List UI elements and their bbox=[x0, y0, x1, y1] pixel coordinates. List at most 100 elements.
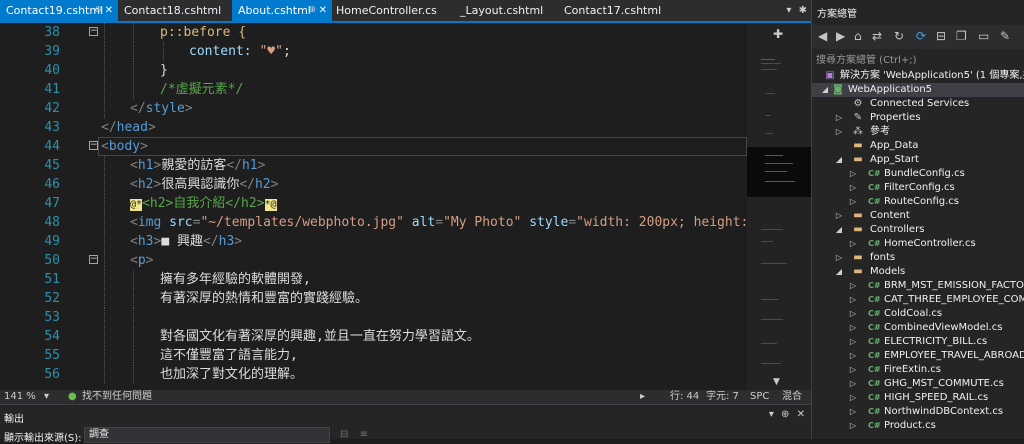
tree-node[interactable]: ◢ ▬ App_Start bbox=[812, 153, 1024, 167]
clear-icon[interactable]: ⊟ bbox=[340, 429, 348, 440]
expand-arrow-icon[interactable]: ▷ bbox=[848, 237, 858, 251]
tab-contact17[interactable]: Contact17.cshtml bbox=[558, 0, 668, 21]
indent-guide bbox=[133, 365, 134, 384]
tree-node[interactable]: ▷ C# ELECTRICITY_BILL.cs bbox=[812, 335, 1024, 349]
line-number: 45 bbox=[44, 158, 60, 173]
code-text: img bbox=[137, 215, 162, 230]
tree-node[interactable]: ▷ C# FilterConfig.cs bbox=[812, 181, 1024, 195]
code-text: > bbox=[140, 139, 148, 154]
preview-icon[interactable]: ▭ bbox=[978, 29, 989, 43]
tree-node[interactable]: ▷ ▬ fonts bbox=[812, 251, 1024, 265]
pin-icon[interactable]: ⊕ bbox=[308, 0, 316, 21]
tree-node[interactable]: ▷ C# ColdCoal.cs bbox=[812, 307, 1024, 321]
gear-icon[interactable]: ✱ bbox=[799, 5, 807, 16]
dropdown-icon[interactable]: ▾ bbox=[786, 5, 791, 16]
expand-arrow-icon[interactable]: ◢ bbox=[834, 153, 844, 167]
scroll-right-icon[interactable]: ▸ bbox=[640, 390, 645, 404]
expand-arrow-icon[interactable]: ▷ bbox=[848, 391, 858, 405]
tree-node[interactable]: ▷ C# HomeController.cs bbox=[812, 237, 1024, 251]
expand-arrow-icon[interactable]: ▷ bbox=[834, 111, 844, 125]
expand-arrow-icon[interactable]: ▷ bbox=[848, 335, 858, 349]
expand-arrow-icon[interactable]: ▷ bbox=[848, 279, 858, 293]
issues-status[interactable]: 找不到任何問題 bbox=[82, 390, 152, 404]
expand-arrow-icon[interactable]: ▷ bbox=[848, 363, 858, 377]
document-tab-bar: Contact19.cshtml ⊕ ✕ Contact18.cshtml Ab… bbox=[0, 0, 811, 23]
expand-arrow-icon[interactable]: ▷ bbox=[848, 321, 858, 335]
tree-node[interactable]: ◢ ▬ Models bbox=[812, 265, 1024, 279]
tree-node[interactable]: ▷ C# NorthwindDBContext.cs bbox=[812, 405, 1024, 419]
line-number: 53 bbox=[44, 310, 60, 325]
code-text: "width: 200px; height: auto bbox=[576, 215, 747, 230]
tree-node[interactable]: ▷ C# GHG_MST_COMMUTE.cs bbox=[812, 377, 1024, 391]
show-all-files-icon[interactable]: ❐ bbox=[956, 29, 967, 43]
close-icon[interactable]: ✕ bbox=[797, 409, 805, 420]
collapse-icon[interactable]: − bbox=[89, 255, 98, 264]
expand-arrow-icon[interactable]: ▷ bbox=[834, 251, 844, 265]
tab-contact18[interactable]: Contact18.cshtml bbox=[118, 0, 228, 21]
tree-node[interactable]: ▷ C# HIGH_SPEED_RAIL.cs bbox=[812, 391, 1024, 405]
close-icon[interactable]: ✕ bbox=[105, 0, 113, 21]
code-line-current: 44 − <body> bbox=[0, 137, 747, 156]
expand-arrow-icon[interactable]: ▷ bbox=[848, 349, 858, 363]
tab-layout[interactable]: _Layout.cshtml bbox=[454, 0, 554, 21]
tree-node[interactable]: ▷ C# CAT_THREE_EMPLOYEE_COMM bbox=[812, 293, 1024, 307]
tree-node[interactable]: ▷ ▬ Content bbox=[812, 209, 1024, 223]
csharp-file-icon: C# bbox=[868, 337, 881, 346]
output-source-select[interactable]: 調查 bbox=[84, 427, 330, 443]
expand-arrow-icon[interactable]: ▷ bbox=[848, 405, 858, 419]
collapse-icon[interactable]: − bbox=[89, 27, 98, 36]
back-icon[interactable]: ◀ bbox=[818, 29, 827, 43]
tree-node[interactable]: ▷ C# BRM_MST_EMISSION_FACTOR bbox=[812, 279, 1024, 293]
tree-node[interactable]: ▷ C# RouteConfig.cs bbox=[812, 195, 1024, 209]
tree-node[interactable]: ▷ C# FireExtin.cs bbox=[812, 363, 1024, 377]
tree-node[interactable]: ⚙ Connected Services bbox=[812, 97, 1024, 111]
sync-icon[interactable]: ↻ bbox=[894, 29, 904, 43]
tab-contact19[interactable]: Contact19.cshtml ⊕ ✕ bbox=[0, 0, 118, 21]
expand-arrow-icon[interactable]: ▷ bbox=[848, 293, 858, 307]
collapse-all-icon[interactable]: ⊟ bbox=[936, 29, 946, 43]
expand-arrow-icon[interactable]: ◢ bbox=[834, 265, 844, 279]
close-icon[interactable]: ✕ bbox=[319, 0, 327, 21]
split-view-icon[interactable]: ✚ bbox=[773, 27, 783, 41]
expand-arrow-icon[interactable]: ▷ bbox=[834, 209, 844, 223]
word-wrap-icon[interactable]: ≡ bbox=[360, 429, 368, 440]
minimap-line bbox=[761, 319, 783, 320]
forward-icon[interactable]: ▶ bbox=[836, 29, 845, 43]
home-icon[interactable]: ⌂ bbox=[854, 29, 862, 43]
expand-arrow-icon[interactable]: ◢ bbox=[834, 223, 844, 237]
tree-node[interactable]: ▷ ✎ Properties bbox=[812, 111, 1024, 125]
dropdown-icon[interactable]: ▾ bbox=[769, 409, 774, 420]
minimap-scrollbar[interactable]: ✚ ▼ bbox=[747, 23, 811, 390]
tree-node[interactable]: ▷ ⁂ 參考 bbox=[812, 125, 1024, 139]
tree-node[interactable]: ◢ ▬ Controllers bbox=[812, 223, 1024, 237]
expand-arrow-icon[interactable]: ▷ bbox=[848, 195, 858, 209]
tree-node[interactable]: ▬ App_Data bbox=[812, 139, 1024, 153]
tree-node-project[interactable]: ◢ ◙ WebApplication5 bbox=[812, 83, 1024, 97]
expand-arrow-icon[interactable]: ▷ bbox=[848, 419, 858, 433]
expand-arrow-icon[interactable]: ◢ bbox=[820, 83, 830, 97]
switch-view-icon[interactable]: ⇄ bbox=[872, 29, 882, 43]
code-editor[interactable]: 38 − p::before { 39 content: "♥"; 40 } 4… bbox=[0, 23, 747, 390]
refresh-icon[interactable]: ⟳ bbox=[916, 29, 926, 43]
solution-explorer-search[interactable]: 搜尋方案總管 (Ctrl+;) bbox=[816, 51, 917, 66]
tree-node[interactable]: ▷ C# BundleConfig.cs bbox=[812, 167, 1024, 181]
tree-node-solution[interactable]: ▣ 解決方案 'WebApplication5' (1 個專案,共 bbox=[812, 69, 1024, 83]
tab-homecontroller[interactable]: HomeController.cs bbox=[330, 0, 448, 21]
expand-arrow-icon[interactable]: ▷ bbox=[848, 377, 858, 391]
expand-arrow-icon[interactable]: ▷ bbox=[848, 307, 858, 321]
expand-arrow-icon[interactable]: ▷ bbox=[848, 181, 858, 195]
pin-icon[interactable]: ⊕ bbox=[94, 0, 102, 21]
expand-arrow-icon[interactable]: ▷ bbox=[834, 125, 844, 139]
collapse-icon[interactable]: − bbox=[89, 141, 98, 150]
tree-node[interactable]: ▷ C# Product.cs bbox=[812, 419, 1024, 433]
properties-wrench-icon[interactable]: ✎ bbox=[1000, 29, 1010, 43]
tab-about[interactable]: About.cshtml ⊕ ✕ bbox=[232, 0, 332, 21]
expand-arrow-icon[interactable]: ▷ bbox=[848, 167, 858, 181]
tree-node[interactable]: ▷ C# CombinedViewModel.cs bbox=[812, 321, 1024, 335]
tree-node[interactable]: ▷ C# EMPLOYEE_TRAVEL_ABROAD.c bbox=[812, 349, 1024, 363]
pin-icon[interactable]: ⊕ bbox=[781, 409, 789, 420]
indent-guide bbox=[133, 23, 134, 42]
zoom-level[interactable]: 141 % bbox=[4, 390, 36, 404]
scroll-down-icon[interactable]: ▼ bbox=[773, 377, 780, 387]
zoom-dropdown-icon[interactable]: ▾ bbox=[44, 390, 49, 404]
